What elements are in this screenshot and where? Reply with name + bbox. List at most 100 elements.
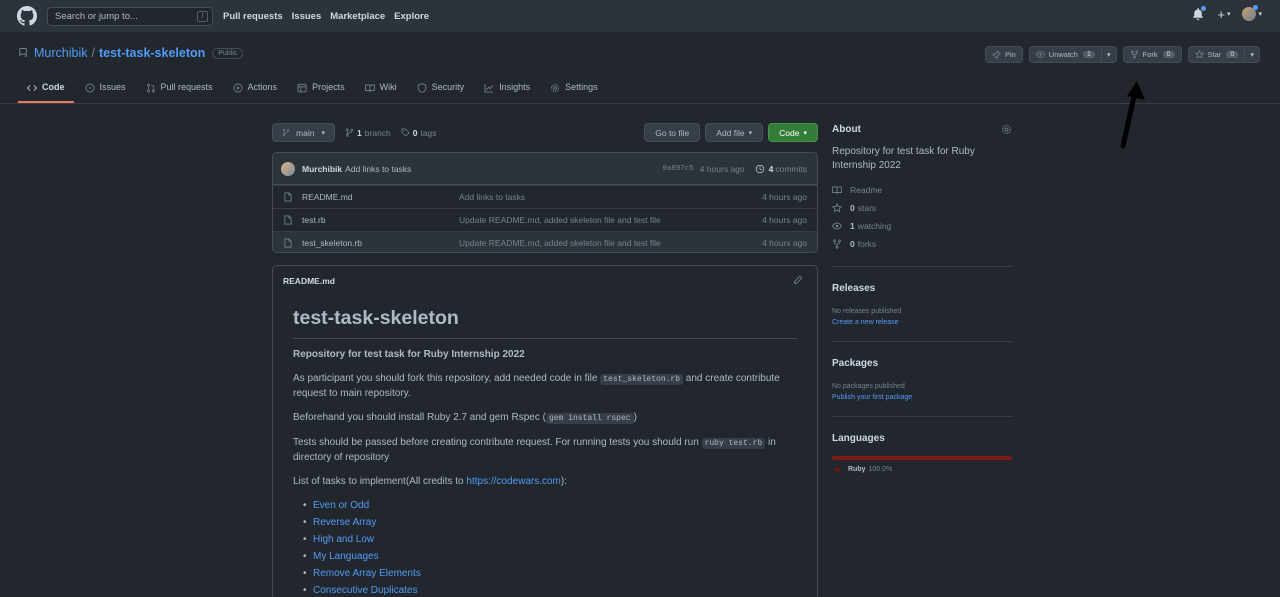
file-commit-message[interactable]: Add links to tasks: [459, 192, 525, 202]
pin-button[interactable]: Pin: [984, 46, 1023, 63]
task-link[interactable]: Consecutive Duplicates: [313, 585, 418, 596]
tab-actions[interactable]: Actions: [224, 78, 287, 103]
create-new-button[interactable]: +: [1217, 8, 1225, 21]
nav-issues[interactable]: Issues: [292, 11, 322, 22]
add-file-button[interactable]: Add file ▾: [705, 123, 764, 142]
file-name[interactable]: test.rb: [302, 215, 459, 225]
chevron-down-icon: ▾: [321, 129, 325, 137]
list-item: High and Low: [303, 533, 797, 547]
watching-link[interactable]: 1 watching: [832, 217, 1012, 235]
language-item[interactable]: Ruby 100.0%: [832, 466, 1012, 473]
repo-separator: /: [91, 46, 95, 60]
repo-name-link[interactable]: test-task-skeleton: [99, 46, 205, 60]
fork-button[interactable]: Fork 0: [1122, 46, 1182, 63]
file-row[interactable]: test_skeleton.rb Update README.md, added…: [273, 231, 817, 252]
task-link[interactable]: Reverse Array: [313, 517, 376, 528]
packages-title[interactable]: Packages: [832, 358, 1012, 369]
tab-code[interactable]: Code: [18, 78, 74, 103]
unwatch-button[interactable]: Unwatch 1: [1028, 46, 1102, 63]
codewars-link[interactable]: https://codewars.com: [466, 476, 560, 487]
divider: [832, 266, 1012, 267]
packages-empty: No packages published: [832, 383, 905, 390]
task-link[interactable]: Even or Odd: [313, 500, 369, 511]
tab-issues[interactable]: Issues: [76, 78, 135, 103]
search-input[interactable]: Search or jump to... /: [47, 6, 213, 26]
watch-dropdown[interactable]: ▾: [1101, 46, 1117, 63]
text: As participant you should fork this repo…: [293, 373, 601, 384]
avatar[interactable]: [281, 161, 295, 176]
readme-filename[interactable]: README.md: [283, 276, 335, 286]
list-item: Reverse Array: [303, 516, 797, 530]
file-commit-message[interactable]: Update README.md, added skeleton file an…: [459, 238, 661, 248]
divider: [832, 341, 1012, 342]
notifications-button[interactable]: [1192, 6, 1207, 20]
stars-link[interactable]: 0 stars: [832, 199, 1012, 217]
file-commit-message[interactable]: Update README.md, added skeleton file an…: [459, 215, 661, 225]
file-age: 4 hours ago: [762, 215, 807, 225]
star-icon: [832, 203, 842, 213]
nav-marketplace[interactable]: Marketplace: [330, 11, 385, 22]
tab-security[interactable]: Security: [408, 78, 474, 103]
commits-link[interactable]: 4 commits: [755, 164, 807, 174]
fork-label: Fork: [1142, 50, 1158, 59]
global-header: Search or jump to... / Pull requests Iss…: [0, 0, 1280, 32]
about-title: About: [832, 124, 861, 135]
watch-count: 1: [1082, 51, 1095, 58]
readme-paragraph: As participant you should fork this repo…: [293, 372, 797, 401]
tab-projects[interactable]: Projects: [288, 78, 354, 103]
graph-icon: [484, 83, 494, 93]
tab-insights[interactable]: Insights: [475, 78, 539, 103]
star-icon: [1194, 50, 1204, 59]
task-link[interactable]: My Languages: [313, 551, 379, 562]
stars-count: 0: [850, 203, 855, 213]
readme-link[interactable]: Readme: [832, 181, 1012, 199]
star-group: Star 0 ▾: [1187, 46, 1260, 63]
tab-label: Pull requests: [160, 82, 213, 92]
text: ): [633, 412, 637, 423]
branch-select[interactable]: main ▾: [272, 123, 335, 142]
commit-label: commits: [775, 163, 807, 174]
star-dropdown[interactable]: ▾: [1245, 46, 1260, 63]
chevron-down-icon: ▾: [748, 129, 753, 137]
commit-message[interactable]: Add links to tasks: [345, 164, 411, 174]
book-icon: [832, 186, 842, 194]
tab-wiki[interactable]: Wiki: [356, 78, 406, 103]
repo-owner-link[interactable]: Murchibik: [34, 46, 88, 60]
tab-label: Projects: [312, 82, 345, 92]
star-count: 0: [1226, 51, 1239, 58]
file-name[interactable]: README.md: [302, 192, 459, 202]
forks-link[interactable]: 0 forks: [832, 235, 1012, 253]
tab-settings[interactable]: Settings: [541, 78, 607, 103]
list-item: My Languages: [303, 550, 797, 564]
publish-package-link[interactable]: Publish your first package: [832, 392, 1012, 403]
readme-panel: README.md test-task-skeleton Repository …: [272, 265, 818, 597]
tab-pull-requests[interactable]: Pull requests: [137, 78, 222, 103]
commit-author[interactable]: Murchibik: [302, 164, 342, 174]
pencil-icon[interactable]: [793, 275, 803, 285]
fork-icon: [833, 239, 841, 249]
forks-count: 0: [850, 239, 855, 249]
file-icon: [284, 192, 292, 202]
file-name[interactable]: test_skeleton.rb: [302, 238, 459, 248]
gear-icon[interactable]: [1001, 124, 1012, 135]
nav-pull-requests[interactable]: Pull requests: [223, 11, 283, 22]
search-placeholder: Search or jump to...: [55, 10, 138, 22]
code-button[interactable]: Code ▾: [768, 123, 818, 142]
file-row[interactable]: test.rb Update README.md, added skeleton…: [273, 208, 817, 231]
github-logo-icon[interactable]: [17, 6, 37, 26]
commit-sha[interactable]: 9a897c5: [662, 165, 694, 173]
nav-explore[interactable]: Explore: [394, 11, 429, 22]
releases-title[interactable]: Releases: [832, 283, 1012, 294]
arrow-annotation-icon: [1120, 81, 1145, 149]
task-link[interactable]: High and Low: [313, 534, 374, 545]
branches-link[interactable]: 1 branch: [345, 128, 391, 138]
user-avatar[interactable]: [1242, 5, 1259, 21]
go-to-file-button[interactable]: Go to file: [644, 123, 701, 142]
commit-age: 4 hours ago: [699, 163, 745, 174]
task-link[interactable]: Remove Array Elements: [313, 568, 421, 579]
star-button[interactable]: Star 0: [1187, 46, 1246, 63]
create-release-link[interactable]: Create a new release: [832, 317, 1012, 328]
tags-link[interactable]: 0 tags: [401, 128, 437, 138]
file-row[interactable]: README.md Add links to tasks 4 hours ago: [273, 185, 817, 208]
task-list: Even or Odd Reverse Array High and Low M…: [293, 499, 797, 597]
